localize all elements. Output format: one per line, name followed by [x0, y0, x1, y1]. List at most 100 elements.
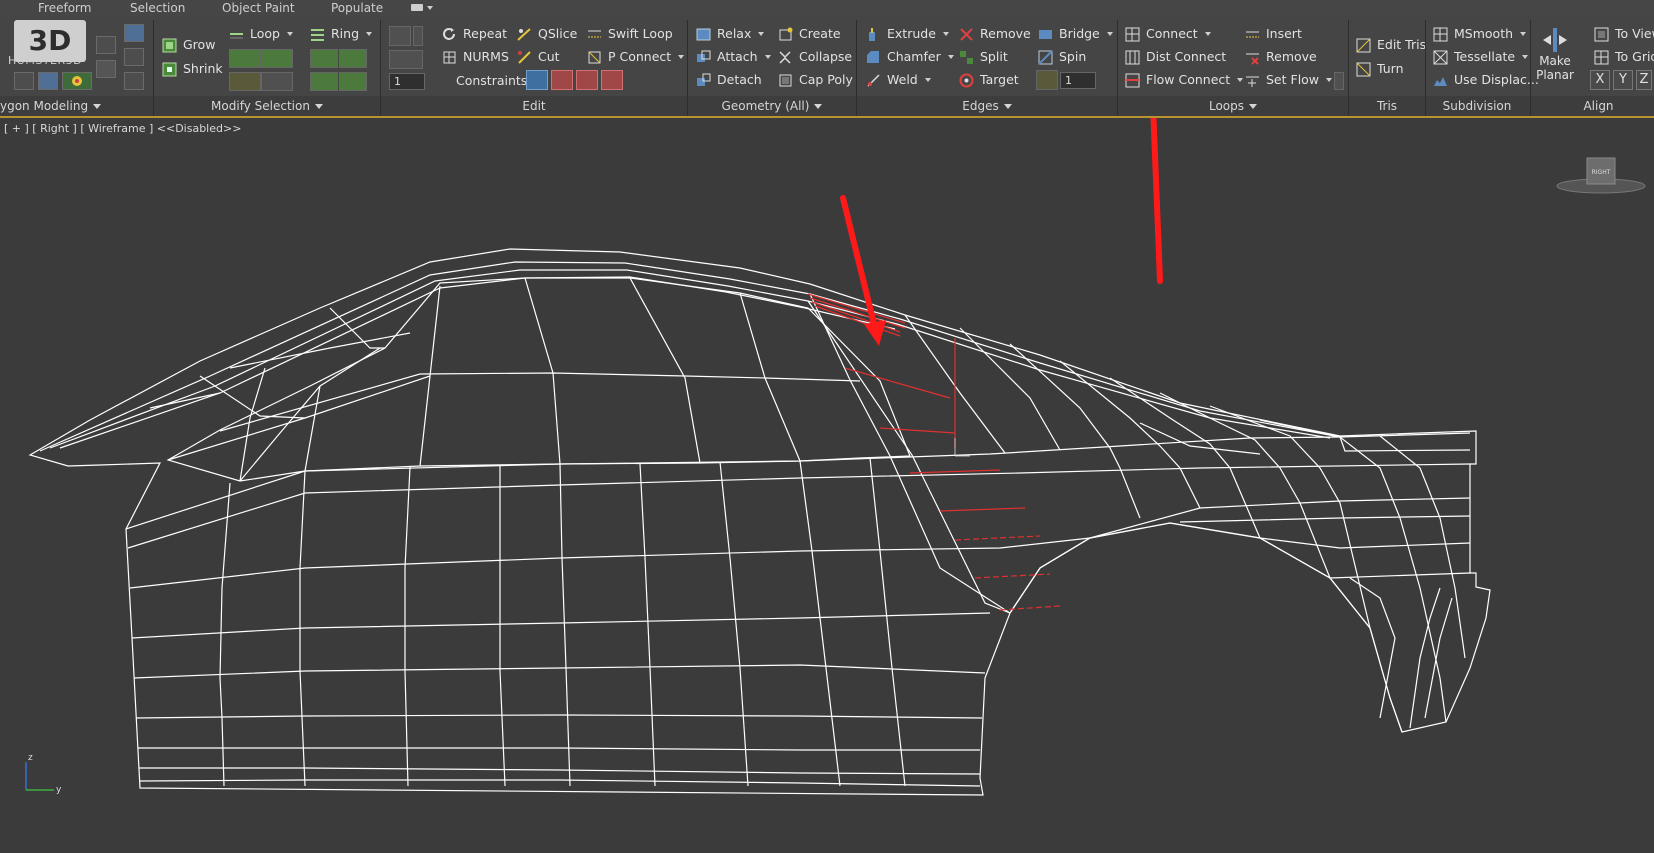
chamfer-button[interactable]: Chamfer [866, 47, 954, 67]
set-flow-spinner[interactable] [1334, 72, 1344, 90]
use-displace-button[interactable]: Use Displac... [1433, 70, 1539, 90]
loop-mode-button[interactable] [229, 72, 261, 91]
constraint-face-button[interactable] [576, 70, 598, 90]
weld-icon [867, 73, 880, 87]
connect-icon [1125, 27, 1140, 41]
tab-freeform[interactable]: Freeform [38, 0, 91, 16]
edit-spinner[interactable]: 1 [389, 73, 425, 90]
repeat-button[interactable]: Repeat [442, 24, 507, 44]
group-title-geometry-all[interactable]: Geometry (All) [688, 97, 856, 115]
spin-button[interactable]: Spin [1038, 47, 1086, 67]
shrink-icon [162, 62, 177, 76]
ring-mode-button[interactable] [310, 72, 338, 91]
align-x-button[interactable]: X [1590, 70, 1610, 90]
group-title-edit: Edit [522, 99, 546, 113]
make-planar-button[interactable]: Make Planar [1534, 26, 1576, 92]
loop-grow-button[interactable] [229, 49, 261, 68]
remove-icon [960, 27, 973, 41]
wireframe-car-mesh[interactable] [0, 118, 1654, 853]
target-icon [959, 73, 974, 87]
group-title-align: Align [1583, 99, 1614, 113]
constrain-paint-button[interactable] [389, 26, 411, 46]
tab-options-dropdown[interactable] [409, 0, 435, 16]
swift-loop-icon [588, 30, 601, 37]
bridge-button[interactable]: Bridge [1038, 24, 1113, 44]
paint-connect-button[interactable] [389, 50, 423, 69]
nurms-button[interactable]: NURMS [442, 47, 509, 67]
msmooth-button[interactable]: MSmooth [1433, 24, 1527, 44]
edges-pick-button[interactable] [1036, 70, 1058, 90]
relax-icon [696, 28, 711, 40]
swift-loop-button[interactable]: Swift Loop [587, 24, 673, 44]
cut-button[interactable]: Cut [517, 47, 560, 67]
collapse-button[interactable]: Collapse [778, 47, 852, 67]
cut-icon [518, 50, 531, 64]
lock-icon[interactable] [96, 60, 116, 78]
tab-populate[interactable]: Populate [331, 0, 383, 16]
ring-grow-button[interactable] [310, 49, 338, 68]
set-flow-button[interactable]: Set Flow [1245, 70, 1333, 90]
constraint-edge-button[interactable] [551, 70, 573, 90]
vertex-mode-icon[interactable] [14, 72, 34, 90]
make-planar-icon [1543, 28, 1567, 52]
constraint-none-button[interactable] [526, 70, 548, 90]
constrain-dropdown-button[interactable] [413, 26, 423, 46]
flow-connect-button[interactable]: Flow Connect [1125, 70, 1244, 90]
shrink-button[interactable]: Shrink [162, 59, 223, 79]
relax-button[interactable]: Relax [696, 24, 765, 44]
insert-icon [1246, 31, 1259, 37]
ignore-backfacing-icon[interactable] [124, 48, 144, 66]
tessellate-button[interactable]: Tessellate [1433, 47, 1529, 67]
remove-loop-button[interactable]: Remove [1245, 47, 1317, 67]
attach-icon [697, 50, 711, 62]
element-mode-icon[interactable] [62, 72, 92, 90]
grow-icon [162, 38, 177, 52]
split-icon [960, 50, 973, 64]
to-view-button[interactable]: To View [1594, 24, 1654, 44]
weld-button[interactable]: Weld [866, 70, 931, 90]
detach-button[interactable]: Detach [696, 70, 762, 90]
group-title-edges[interactable]: Edges [857, 97, 1117, 115]
edge-mode-icon[interactable] [38, 72, 58, 90]
align-z-button[interactable]: Z [1636, 70, 1652, 90]
insert-loop-button[interactable]: Insert [1245, 24, 1302, 44]
tab-selection[interactable]: Selection [130, 0, 185, 16]
annotation-arrows [840, 118, 1163, 346]
tab-object-paint[interactable]: Object Paint [222, 0, 295, 16]
loop-button[interactable]: Loop [229, 24, 293, 44]
loop-options-button[interactable] [261, 72, 293, 91]
attach-button[interactable]: Attach [696, 47, 771, 67]
ring-options-button[interactable] [339, 72, 367, 91]
msmooth-icon [1433, 27, 1448, 41]
grow-button[interactable]: Grow [162, 35, 215, 55]
dist-connect-button[interactable]: Dist Connect [1125, 47, 1226, 67]
group-title-polygon-modeling[interactable]: ygon Modeling [0, 97, 102, 115]
qslice-icon [517, 27, 531, 41]
extrude-button[interactable]: Extrude [866, 24, 949, 44]
p-connect-button[interactable]: P Connect [587, 47, 685, 67]
edges-spinner[interactable]: 1 [1060, 72, 1096, 89]
loop-shrink-button[interactable] [261, 49, 293, 68]
group-title-modify-selection[interactable]: Modify Selection [154, 97, 380, 115]
align-y-button[interactable]: Y [1613, 70, 1633, 90]
ring-shrink-button[interactable] [339, 49, 367, 68]
edit-tris-button[interactable]: Edit Tris [1356, 35, 1426, 55]
group-title-loops[interactable]: Loops [1118, 97, 1348, 115]
cap-poly-button[interactable]: Cap Poly [778, 70, 853, 90]
preview-icon[interactable] [124, 24, 144, 42]
ring-button[interactable]: Ring [310, 24, 373, 44]
connect-button[interactable]: Connect [1125, 24, 1211, 44]
constraint-normal-button[interactable] [601, 70, 623, 90]
toggle-command-panel-icon[interactable] [96, 36, 116, 54]
remove-edges-button[interactable]: Remove [959, 24, 1031, 44]
annotation-arrow-mesh [840, 195, 878, 331]
qslice-button[interactable]: QSlice [517, 24, 577, 44]
p-connect-icon [588, 51, 601, 63]
turn-button[interactable]: Turn [1356, 59, 1404, 79]
split-button[interactable]: Split [959, 47, 1008, 67]
viewport-right[interactable]: [ + ] [ Right ] [ Wireframe ] <<Disabled… [0, 118, 1654, 853]
use-soft-selection-icon[interactable] [124, 72, 144, 90]
to-grid-button[interactable]: To Grid [1594, 47, 1654, 67]
target-weld-button[interactable]: Target [959, 70, 1019, 90]
create-button[interactable]: Create [778, 24, 841, 44]
